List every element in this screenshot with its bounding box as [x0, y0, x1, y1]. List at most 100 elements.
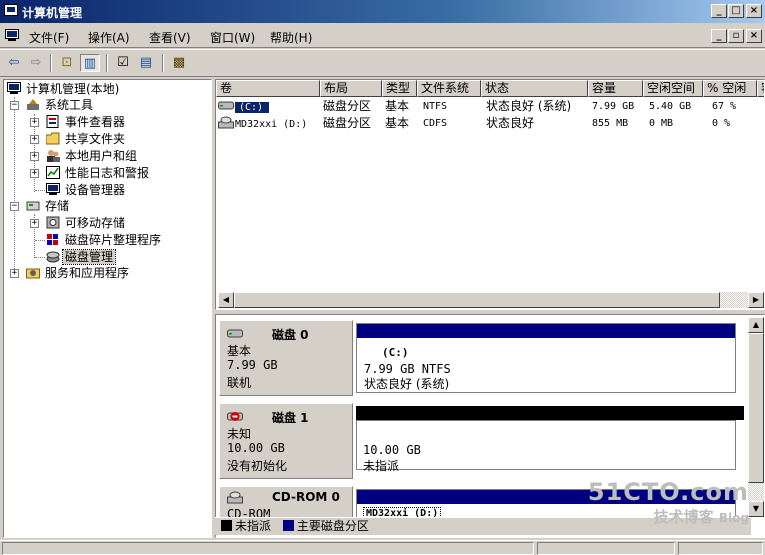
- tree-item-removable-storage[interactable]: 可移动存储: [46, 215, 127, 231]
- tree-item-system-tools[interactable]: 系统工具: [26, 97, 95, 113]
- tree-item-root[interactable]: 计算机管理(本地): [7, 81, 121, 97]
- column-header-status[interactable]: 状态: [481, 80, 588, 97]
- column-header-layout[interactable]: 布局: [320, 80, 382, 97]
- watermark-logo: 51CTO.com: [587, 478, 749, 506]
- volume-type: 基本: [385, 99, 410, 113]
- help-topics-icon[interactable]: ▩: [169, 54, 189, 72]
- action-pane-icon[interactable]: ▤: [136, 54, 156, 72]
- expand-local-users[interactable]: +: [30, 152, 39, 161]
- menu-view[interactable]: 查看(V): [149, 29, 191, 46]
- column-header-volume[interactable]: 卷: [216, 80, 320, 97]
- menu-file[interactable]: 文件(F): [29, 29, 69, 46]
- defrag-icon: [46, 233, 60, 246]
- scroll-up-button[interactable]: ▲: [748, 317, 764, 333]
- collapse-storage[interactable]: −: [10, 202, 19, 211]
- storage-icon: [26, 199, 40, 212]
- status-segment-main: [2, 542, 534, 555]
- close-button[interactable]: ×: [746, 4, 762, 18]
- document-icon: [5, 29, 19, 42]
- tree-line: [35, 190, 45, 191]
- column-header-percent-free[interactable]: % 空闲: [703, 80, 757, 97]
- tree-item-perf-logs[interactable]: 性能日志和警报: [46, 165, 151, 181]
- menu-window[interactable]: 窗口(W): [210, 29, 255, 46]
- volume-status: 状态良好 (系统): [486, 99, 572, 113]
- disk-icon: [227, 327, 243, 340]
- tree-line: [35, 257, 45, 258]
- menu-bar: 文件(F) 操作(A) 查看(V) 窗口(W) 帮助(H) _ ▫ ×: [0, 24, 765, 48]
- vertical-scroll-thumb[interactable]: [748, 333, 764, 483]
- partition-bar: [357, 324, 735, 338]
- tree-item-shared-folders[interactable]: 共享文件夹: [45, 131, 127, 147]
- hard-drive-icon: [218, 99, 234, 112]
- disk-management-icon: [46, 250, 60, 263]
- expand-event-viewer[interactable]: +: [30, 118, 39, 127]
- volume-percent-free: 67 %: [712, 101, 737, 112]
- menu-help[interactable]: 帮助(H): [270, 29, 312, 46]
- minimize-button[interactable]: _: [711, 4, 727, 18]
- disk-1-info[interactable]: 磁盘 1 未知 10.00 GB 没有初始化: [219, 403, 353, 479]
- volume-name: (C:): [235, 102, 270, 113]
- table-row[interactable]: (C:): [218, 98, 270, 115]
- legend-unallocated-label: 未指派: [235, 519, 272, 533]
- horizontal-scroll-thumb[interactable]: [234, 292, 720, 308]
- volume-free-space: 0 MB: [649, 118, 674, 129]
- scroll-left-button[interactable]: ◀: [218, 292, 234, 308]
- tree-item-local-users[interactable]: 本地用户和组: [46, 148, 139, 164]
- disk-0-partition-c[interactable]: (C:) 7.99 GB NTFS 状态良好 (系统): [356, 323, 736, 393]
- removable-storage-icon: [46, 216, 60, 229]
- disk-size: 7.99 GB: [227, 358, 278, 372]
- toolbar-separator: [162, 54, 164, 72]
- collapse-system-tools[interactable]: −: [10, 101, 19, 110]
- cd-drive-icon: [227, 491, 243, 504]
- column-header-fault-tolerance[interactable]: 容: [757, 80, 764, 97]
- mdi-restore-button[interactable]: ▫: [728, 29, 744, 43]
- shared-folder-icon: [45, 132, 60, 145]
- disk-type: 未知: [227, 427, 252, 441]
- column-header-filesystem[interactable]: 文件系统: [417, 80, 481, 97]
- performance-icon: [46, 166, 60, 179]
- menu-action[interactable]: 操作(A): [88, 29, 130, 46]
- tree-item-disk-management[interactable]: 磁盘管理: [46, 249, 117, 265]
- table-row[interactable]: MD32xxi (D:): [218, 115, 307, 132]
- expand-services[interactable]: +: [10, 269, 19, 278]
- tree-item-device-manager[interactable]: 设备管理器: [46, 182, 127, 198]
- unallocated-bar: [356, 406, 744, 420]
- toolbar-separator: [50, 54, 52, 72]
- properties-icon[interactable]: ☑: [113, 54, 133, 72]
- title-bar: 计算机管理 _ □ ×: [0, 0, 765, 23]
- users-icon: [46, 149, 60, 162]
- computer-icon: [7, 82, 21, 95]
- up-folder-icon[interactable]: ⊡: [57, 54, 77, 72]
- expand-removable-storage[interactable]: +: [30, 219, 39, 228]
- volume-layout: 磁盘分区: [323, 99, 372, 113]
- expand-perf-logs[interactable]: +: [30, 169, 39, 178]
- tree-item-defrag[interactable]: 磁盘碎片整理程序: [46, 232, 163, 248]
- mdi-close-button[interactable]: ×: [746, 29, 762, 43]
- toolbar-separator: [106, 54, 108, 72]
- legend-primary: 主要磁盘分区: [282, 519, 369, 533]
- tree-item-event-viewer[interactable]: 事件查看器: [46, 114, 127, 130]
- column-header-free-space[interactable]: 空闲空间: [643, 80, 703, 97]
- mdi-minimize-button[interactable]: _: [711, 29, 727, 43]
- column-header-type[interactable]: 类型: [382, 80, 417, 97]
- column-header-capacity[interactable]: 容量: [588, 80, 643, 97]
- disk-state: 没有初始化: [227, 459, 288, 473]
- disk-0-info[interactable]: 磁盘 0 基本 7.99 GB 联机: [219, 320, 353, 396]
- back-icon[interactable]: ⇦: [4, 54, 24, 72]
- volume-type: 基本: [385, 116, 410, 130]
- show-tree-icon[interactable]: ▥: [80, 54, 100, 72]
- expand-shared-folders[interactable]: +: [30, 135, 39, 144]
- maximize-button[interactable]: □: [728, 4, 744, 18]
- watermark: 51CTO.com 技术博客 Blog: [588, 478, 749, 527]
- forward-icon[interactable]: ⇨: [26, 54, 46, 72]
- scroll-down-button[interactable]: ▼: [748, 501, 764, 517]
- tree-item-storage[interactable]: 存储: [26, 198, 71, 214]
- tree-item-services[interactable]: 服务和应用程序: [26, 265, 131, 281]
- disk-name: CD-ROM 0: [272, 490, 340, 504]
- primary-swatch: [282, 520, 294, 531]
- scroll-right-button[interactable]: ▶: [748, 292, 764, 308]
- tree-line: [14, 97, 15, 275]
- disk-1-unallocated[interactable]: 10.00 GB 未指派: [356, 406, 744, 476]
- toolbar: ⇦ ⇨ ⊡ ▥ ☑ ▤ ▩: [0, 49, 765, 77]
- volume-capacity: 7.99 GB: [592, 101, 635, 112]
